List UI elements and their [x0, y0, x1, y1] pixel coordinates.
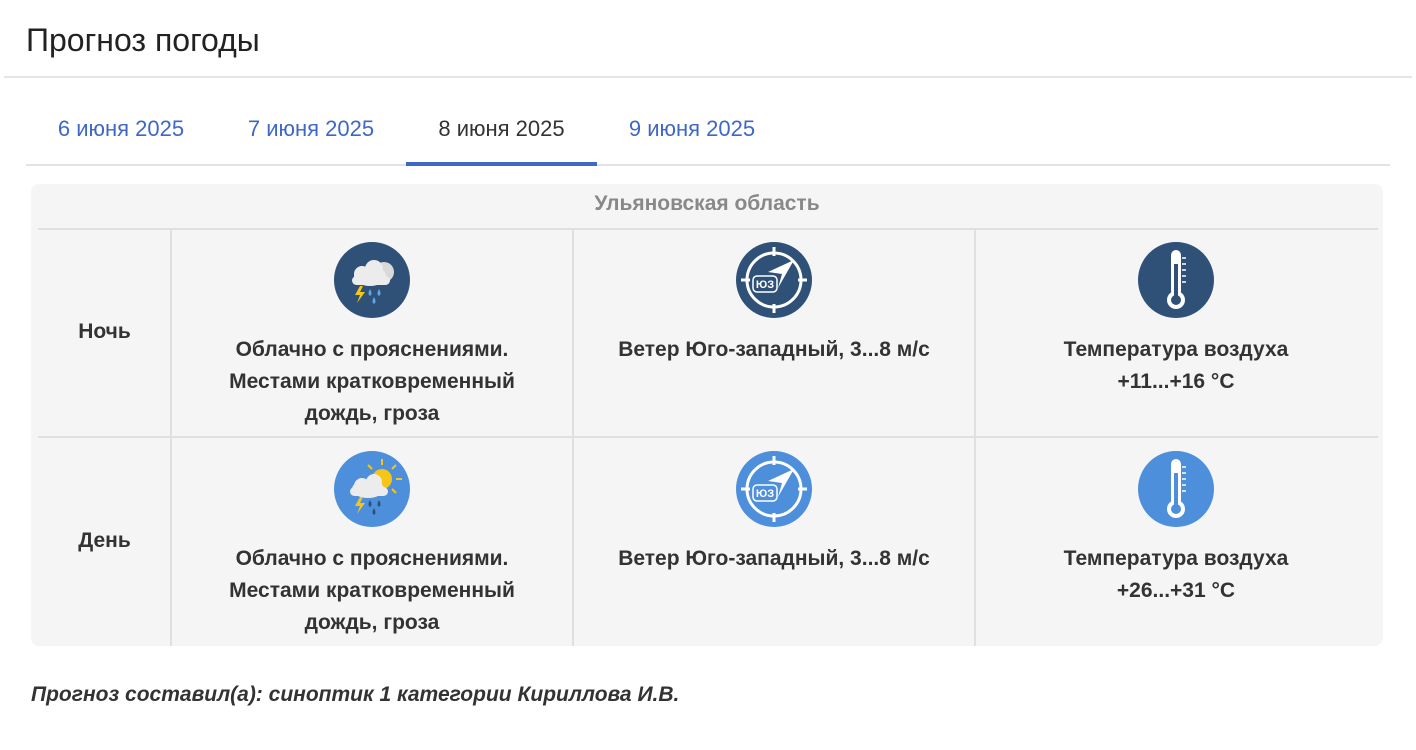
temperature-cell-night: Температура воздуха +11...+16 °С — [975, 242, 1377, 398]
thermometer-icon — [1138, 451, 1214, 527]
svg-text:ЮЗ: ЮЗ — [756, 488, 774, 500]
tab-june-7[interactable]: 7 июня 2025 — [216, 96, 406, 166]
page-header: Прогноз погоды — [4, 0, 1412, 78]
page-title: Прогноз погоды — [26, 22, 260, 58]
wind-cell-night: ЮЗ Ветер Юго-западный, 3...8 м/с — [573, 242, 975, 366]
compass-wind-sw-icon: ЮЗ — [736, 242, 812, 318]
weather-description: Облачно с прояснениями. Местами кратковр… — [229, 338, 515, 425]
tab-june-8[interactable]: 8 июня 2025 — [406, 96, 597, 166]
period-night: Ночь — [78, 320, 131, 343]
wind-cell-day: ЮЗ Ветер Юго-западный, 3...8 м/с — [573, 451, 975, 575]
divider — [38, 436, 1378, 438]
wind-description: Ветер Юго-западный, 3...8 м/с — [618, 338, 930, 361]
temperature-description: Температура воздуха +26...+31 °С — [975, 543, 1377, 607]
weather-cell-day: Облачно с прояснениями. Местами кратковр… — [171, 451, 573, 639]
night-cloud-rain-thunder-icon — [334, 242, 410, 318]
thermometer-icon — [1138, 242, 1214, 318]
compass-wind-sw-icon: ЮЗ — [736, 451, 812, 527]
forecast-panel: Ульяновская область Ночь Облачно с прояс… — [31, 184, 1383, 646]
tab-june-6[interactable]: 6 июня 2025 — [26, 96, 216, 166]
forecast-author: Прогноз составил(а): синоптик 1 категори… — [31, 683, 680, 706]
tab-june-9[interactable]: 9 июня 2025 — [597, 96, 787, 166]
temperature-value: +26...+31 °С — [1116, 579, 1236, 602]
temperature-description: Температура воздуха +11...+16 °С — [975, 334, 1377, 398]
weather-description: Облачно с прояснениями. Местами кратковр… — [229, 547, 515, 634]
weather-cell-night: Облачно с прояснениями. Местами кратковр… — [171, 242, 573, 430]
temperature-label: Температура воздуха — [1063, 547, 1289, 570]
wind-description: Ветер Юго-западный, 3...8 м/с — [618, 547, 930, 570]
region-name: Ульяновская область — [594, 192, 820, 215]
temperature-label: Температура воздуха — [1063, 338, 1289, 361]
temperature-value: +11...+16 °С — [1117, 370, 1235, 393]
svg-text:ЮЗ: ЮЗ — [756, 279, 774, 291]
period-day: День — [78, 529, 131, 552]
temperature-cell-day: Температура воздуха +26...+31 °С — [975, 451, 1377, 607]
day-sun-cloud-rain-thunder-icon — [334, 451, 410, 527]
divider — [38, 228, 1378, 230]
date-tabs: 6 июня 2025 7 июня 2025 8 июня 2025 9 ию… — [26, 96, 1390, 166]
